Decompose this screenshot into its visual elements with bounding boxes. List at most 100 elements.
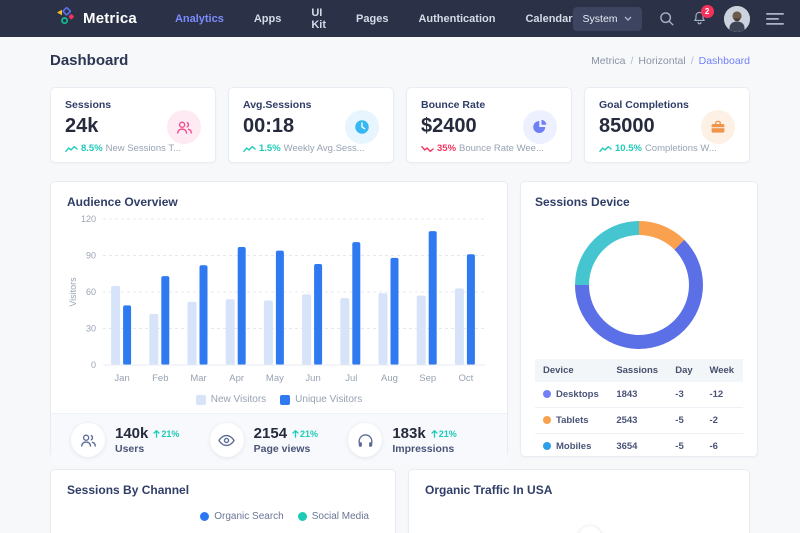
audience-stats-strip: 140k 21%Users2154 21%Page views183k 21%I…: [51, 413, 507, 466]
svg-text:90: 90: [86, 251, 96, 261]
svg-text:Visitors: Visitors: [68, 277, 78, 307]
audience-stat-pct: 21%: [431, 429, 457, 439]
legend-item-social-media[interactable]: Social Media: [298, 511, 369, 522]
system-dropdown[interactable]: System: [573, 7, 642, 31]
stat-trend: 1.5%Weekly Avg.Sess...: [243, 143, 379, 154]
sessions-device-donut: [575, 221, 703, 349]
stat-card-sessions: Sessions24k8.5%New Sessions T...: [50, 87, 216, 163]
sessions-by-channel-title: Sessions By Channel: [67, 483, 379, 497]
stat-card-avg-sessions: Avg.Sessions00:181.5%Weekly Avg.Sess...: [228, 87, 394, 163]
device-dot-icon: [543, 416, 551, 424]
stat-trend-label: Bounce Rate Wee...: [459, 143, 544, 154]
device-name: Desktops: [535, 382, 608, 408]
stat-cards-row: Sessions24k8.5%New Sessions T...Avg.Sess…: [50, 87, 750, 163]
map-zoom-in-button[interactable]: +: [579, 526, 601, 533]
svg-text:30: 30: [86, 324, 96, 334]
device-dot-icon: [543, 442, 551, 450]
breadcrumb-item-horizontal[interactable]: Horizontal: [638, 55, 685, 67]
search-icon: [658, 10, 675, 27]
stat-trend-label: New Sessions T...: [106, 143, 181, 154]
device-col-device: Device: [535, 359, 608, 382]
legend-item-unique-visitors[interactable]: Unique Visitors: [280, 394, 362, 405]
svg-text:May: May: [266, 373, 284, 384]
page-title: Dashboard: [50, 52, 128, 69]
brand-logo[interactable]: Metrica: [56, 6, 137, 31]
svg-text:Jan: Jan: [114, 373, 129, 384]
audience-stat-users: 140k 21%Users: [71, 423, 210, 457]
device-col-day: Day: [667, 359, 701, 382]
notifications-button[interactable]: 2: [691, 10, 708, 27]
breadcrumb-separator: /: [631, 55, 634, 67]
nav-item-analytics[interactable]: Analytics: [175, 13, 224, 25]
nav-item-pages[interactable]: Pages: [356, 13, 388, 25]
main-nav: Analytics Apps UI Kit Pages Authentication Ca…: [175, 7, 573, 31]
chevron-down-icon: [624, 16, 632, 21]
device-table-header: DeviceSassionsDayWeek: [535, 359, 743, 382]
nav-item-authentication[interactable]: Authentication: [418, 13, 495, 25]
brand-name: Metrica: [83, 10, 137, 27]
svg-text:Jun: Jun: [305, 373, 320, 384]
stat-trend-pct: 35%: [437, 143, 456, 154]
svg-text:Mar: Mar: [190, 373, 206, 384]
audience-stat-label: Users: [115, 443, 179, 455]
device-week: -12: [701, 382, 743, 408]
search-button[interactable]: [658, 10, 675, 27]
svg-text:0: 0: [91, 360, 96, 370]
bar-chart-svg: 0306090120VisitorsJanFebMarAprMayJunJulA…: [67, 209, 491, 387]
breadcrumb-separator: /: [691, 55, 694, 67]
navbar-actions: System 2: [573, 6, 784, 32]
hamburger-icon: [766, 12, 784, 26]
svg-text:Feb: Feb: [152, 373, 168, 384]
legend-swatch: [196, 395, 206, 405]
top-navbar: Metrica Analytics Apps UI Kit Pages Authenti…: [0, 0, 800, 37]
device-sessions: 2543: [608, 408, 667, 434]
menu-toggle-button[interactable]: [766, 12, 784, 26]
trend-up-icon: [599, 145, 612, 153]
page-content: Dashboard Metrica / Horizontal / Dashboard S…: [0, 37, 800, 533]
stat-trend-label: Weekly Avg.Sess...: [284, 143, 365, 154]
audience-overview-card: Audience Overview 0306090120VisitorsJanF…: [50, 181, 508, 457]
device-sessions: 3654: [608, 434, 667, 460]
legend-swatch: [280, 395, 290, 405]
svg-text:60: 60: [86, 287, 96, 297]
device-name: Tablets: [535, 408, 608, 434]
svg-text:Sep: Sep: [419, 373, 436, 384]
device-col-week: Week: [701, 359, 743, 382]
organic-traffic-card: Organic Traffic In USA +: [408, 469, 750, 533]
svg-text:Jul: Jul: [345, 373, 357, 384]
device-day: -5: [667, 408, 701, 434]
legend-dot: [200, 512, 209, 521]
breadcrumb-item-dashboard[interactable]: Dashboard: [699, 55, 750, 67]
device-row-mobiles: Mobiles3654-5-6: [535, 434, 743, 460]
pie-chart-icon: [523, 110, 557, 144]
stat-trend: 35%Bounce Rate Wee...: [421, 143, 557, 154]
system-dropdown-label: System: [583, 13, 618, 25]
nav-item-apps[interactable]: Apps: [254, 13, 282, 25]
nav-item-calendar[interactable]: Calendar: [525, 13, 572, 25]
bottom-row: Sessions By Channel Organic Search Social…: [50, 469, 750, 533]
audience-stat-label: Impressions: [392, 443, 456, 455]
device-table: DeviceSassionsDayWeek Desktops1843-3-12T…: [535, 359, 743, 459]
device-week: -2: [701, 408, 743, 434]
organic-traffic-title: Organic Traffic In USA: [425, 483, 733, 497]
device-col-sassions: Sassions: [608, 359, 667, 382]
users-icon: [71, 423, 105, 457]
audience-stat-pct: 21%: [153, 429, 179, 439]
audience-stat-value: 183k: [392, 425, 425, 442]
device-row-tablets: Tablets2543-5-2: [535, 408, 743, 434]
audience-stat-page-views: 2154 21%Page views: [210, 423, 349, 457]
stat-trend-pct: 8.5%: [81, 143, 103, 154]
legend-label: Social Media: [312, 511, 369, 522]
stat-trend-pct: 10.5%: [615, 143, 642, 154]
audience-stat-value: 2154: [254, 425, 287, 442]
legend-item-organic-search[interactable]: Organic Search: [200, 511, 283, 522]
sessions-by-channel-card: Sessions By Channel Organic Search Social…: [50, 469, 396, 533]
audience-overview-chart: 0306090120VisitorsJanFebMarAprMayJunJulA…: [67, 209, 491, 392]
device-name: Mobiles: [535, 434, 608, 460]
breadcrumb-item-metrica[interactable]: Metrica: [591, 55, 625, 67]
user-avatar[interactable]: [724, 6, 750, 32]
legend-item-new-visitors[interactable]: New Visitors: [196, 394, 266, 405]
audience-stat-label: Page views: [254, 443, 318, 455]
nav-item-ui-kit[interactable]: UI Kit: [311, 7, 326, 31]
stat-card-bounce-rate: Bounce Rate$240035%Bounce Rate Wee...: [406, 87, 572, 163]
